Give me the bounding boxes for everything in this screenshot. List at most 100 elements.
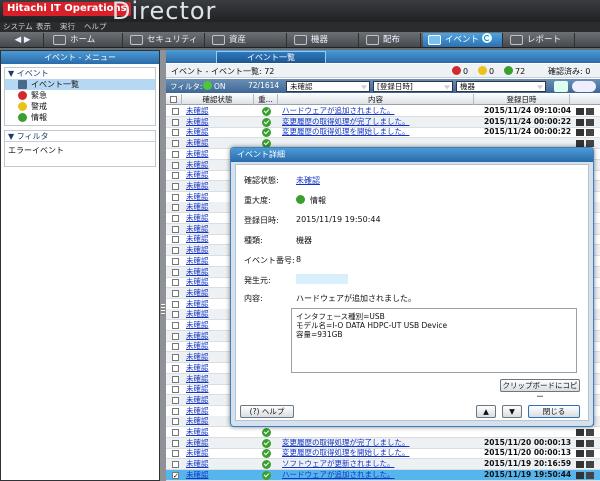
- table-row[interactable]: 未確認 ハードウェアが追加されました。 2015/11/24 09:10:04: [166, 106, 600, 117]
- row-status-link[interactable]: 未確認: [186, 149, 209, 159]
- table-row[interactable]: 未確認 変更履歴の取得処理を開始しました。 2015/11/20 00:00:13: [166, 448, 600, 460]
- row-checkbox[interactable]: [172, 386, 179, 394]
- row-checkbox[interactable]: [172, 129, 179, 137]
- row-action-icon[interactable]: [586, 450, 594, 458]
- tree-item-event-list[interactable]: イベント一覧: [5, 79, 155, 90]
- row-detail-icon[interactable]: [576, 429, 584, 436]
- row-message-link[interactable]: 変更履歴の取得処理を開始しました。: [282, 448, 410, 458]
- select-all-checkbox[interactable]: [166, 94, 182, 105]
- splitter-grip-icon[interactable]: [161, 304, 165, 316]
- row-checkbox[interactable]: [172, 343, 179, 351]
- row-action-icon[interactable]: [586, 439, 594, 447]
- row-status-link[interactable]: 未確認: [186, 459, 209, 469]
- row-status-link[interactable]: 未確認: [186, 192, 209, 202]
- row-checkbox[interactable]: [172, 332, 179, 340]
- row-status-link[interactable]: 未確認: [186, 299, 209, 309]
- row-checkbox[interactable]: [172, 418, 179, 426]
- nav-report[interactable]: レポート: [505, 33, 575, 47]
- row-checkbox[interactable]: [172, 300, 179, 308]
- row-status-link[interactable]: 未確認: [186, 416, 209, 426]
- filter-status-select[interactable]: 未確認: [286, 81, 370, 92]
- col-severity[interactable]: 重...: [254, 94, 278, 105]
- table-row[interactable]: 未確認: [166, 427, 600, 438]
- row-checkbox[interactable]: [172, 247, 179, 255]
- tree-item-warning[interactable]: 警戒: [5, 101, 155, 112]
- nav-distribution[interactable]: 配布: [361, 33, 421, 47]
- row-checkbox[interactable]: [172, 161, 179, 169]
- row-message-link[interactable]: ハードウェアが追加されました。: [282, 470, 395, 480]
- menu-run[interactable]: 実行: [60, 22, 75, 32]
- row-status-link[interactable]: 未確認: [186, 320, 209, 330]
- row-checkbox[interactable]: [172, 236, 179, 244]
- row-checkbox[interactable]: [172, 279, 179, 287]
- row-detail-icon[interactable]: [576, 108, 584, 115]
- row-checkbox[interactable]: [172, 108, 179, 115]
- row-status-link[interactable]: 未確認: [186, 202, 209, 212]
- row-checkbox[interactable]: [172, 375, 179, 383]
- filter-toggle[interactable]: ON: [203, 81, 226, 91]
- row-status-link[interactable]: 未確認: [186, 170, 209, 180]
- row-status-link[interactable]: 未確認: [186, 234, 209, 244]
- row-action-icon[interactable]: [586, 471, 594, 479]
- tree-item-info[interactable]: 情報: [5, 112, 155, 123]
- tab-event-list[interactable]: イベント一覧: [216, 51, 326, 63]
- tree-item-critical[interactable]: 緊急: [5, 90, 155, 101]
- row-message-link[interactable]: ハードウェアが追加されました。: [282, 106, 395, 116]
- table-row[interactable]: ✓ 未確認 ハードウェアが追加されました。 2015/11/19 19:50:44: [166, 469, 600, 481]
- row-status-link[interactable]: 未確認: [186, 406, 209, 416]
- row-message-link[interactable]: 変更履歴の取得処理を開始しました。: [282, 127, 410, 137]
- row-message-link[interactable]: 変更履歴の取得処理が完了しました。: [282, 438, 410, 448]
- row-status-link[interactable]: 未確認: [186, 448, 209, 458]
- row-action-icon[interactable]: [586, 461, 594, 469]
- row-checkbox[interactable]: [172, 461, 179, 469]
- row-checkbox[interactable]: [172, 225, 179, 233]
- row-checkbox[interactable]: [172, 311, 179, 319]
- row-action-icon[interactable]: [586, 429, 594, 436]
- close-button[interactable]: 閉じる: [528, 405, 580, 418]
- next-button[interactable]: ▼: [502, 405, 522, 418]
- row-checkbox[interactable]: [172, 215, 179, 222]
- row-checkbox[interactable]: [172, 118, 179, 126]
- filter-item-error-events[interactable]: エラーイベント: [5, 145, 155, 156]
- nav-security[interactable]: セキュリティ: [125, 33, 205, 47]
- row-checkbox[interactable]: [172, 429, 179, 436]
- status-link[interactable]: 未確認: [296, 175, 320, 186]
- row-status-link[interactable]: 未確認: [186, 245, 209, 255]
- row-status-link[interactable]: 未確認: [186, 213, 209, 223]
- filter-apply-icon[interactable]: [554, 81, 568, 92]
- row-checkbox[interactable]: [172, 354, 179, 362]
- row-detail-icon[interactable]: [576, 118, 584, 126]
- menu-help[interactable]: ヘルプ: [84, 22, 107, 32]
- detail-textarea[interactable]: インタフェース種別=USB モデル名=I-O DATA HDPC-UT USB …: [291, 308, 577, 373]
- row-status-link[interactable]: 未確認: [186, 106, 209, 116]
- row-action-icon[interactable]: [586, 129, 594, 137]
- row-action-icon[interactable]: [586, 108, 594, 115]
- row-status-link[interactable]: 未確認: [186, 363, 209, 373]
- nav-assets[interactable]: 資産: [207, 33, 287, 47]
- row-message-link[interactable]: ソフトウェアが更新されました。: [282, 459, 395, 469]
- menu-view[interactable]: 表示: [36, 22, 51, 32]
- row-status-link[interactable]: 未確認: [186, 127, 209, 137]
- filter-kind-select[interactable]: 機器: [456, 81, 546, 92]
- row-status-link[interactable]: 未確認: [186, 224, 209, 234]
- row-checkbox[interactable]: [172, 407, 179, 415]
- row-checkbox[interactable]: [172, 268, 179, 276]
- previous-button[interactable]: ▲: [476, 405, 496, 418]
- col-content[interactable]: 内容: [278, 94, 474, 105]
- filter-group-title[interactable]: ▼ フィルタ: [5, 131, 155, 142]
- row-checkbox[interactable]: ✓: [172, 471, 179, 479]
- row-status-link[interactable]: 未確認: [186, 384, 209, 394]
- menu-system[interactable]: システム: [3, 22, 33, 32]
- row-status-link[interactable]: 未確認: [186, 352, 209, 362]
- row-status-link[interactable]: 未確認: [186, 256, 209, 266]
- row-status-link[interactable]: 未確認: [186, 267, 209, 277]
- row-status-link[interactable]: 未確認: [186, 341, 209, 351]
- nav-devices[interactable]: 機器: [289, 33, 359, 47]
- col-date[interactable]: 登録日時: [474, 94, 570, 105]
- row-checkbox[interactable]: [172, 289, 179, 297]
- row-action-icon[interactable]: [586, 118, 594, 126]
- row-checkbox[interactable]: [172, 193, 179, 201]
- copy-to-clipboard-button[interactable]: クリップボードにコピー: [500, 379, 580, 401]
- row-status-link[interactable]: 未確認: [186, 395, 209, 405]
- row-detail-icon[interactable]: [576, 471, 584, 479]
